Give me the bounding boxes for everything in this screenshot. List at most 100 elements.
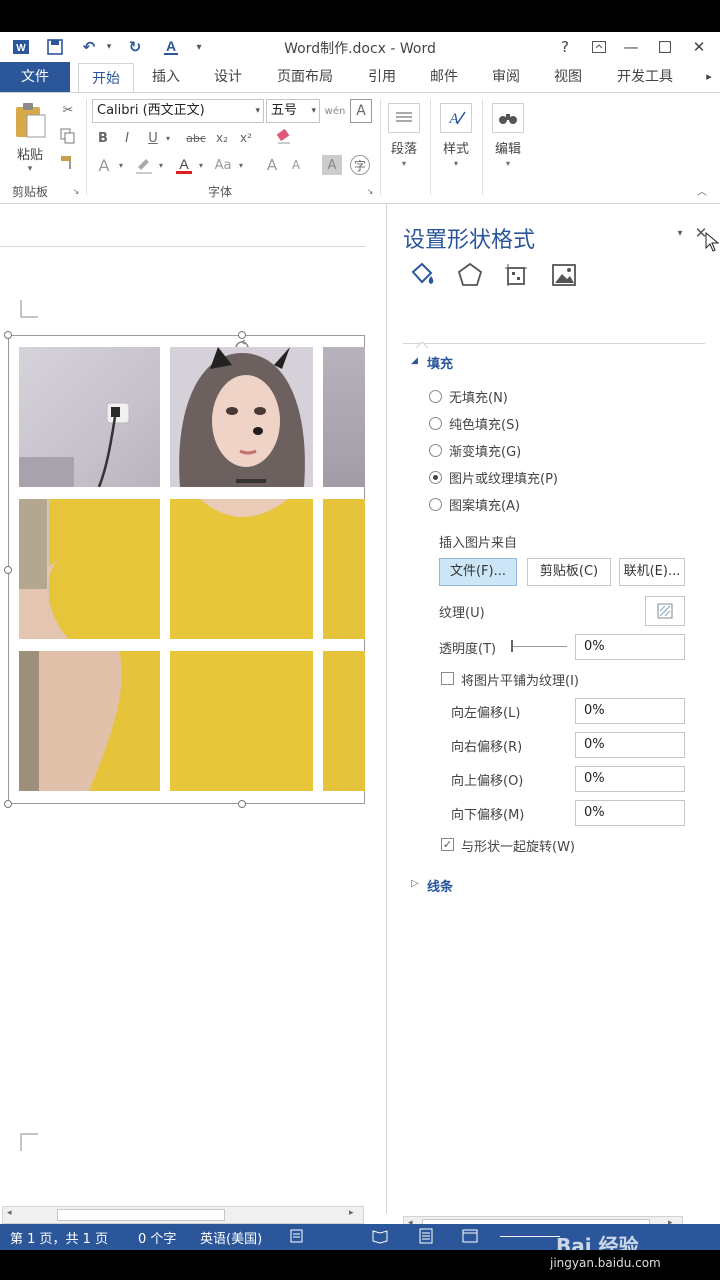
maximize-icon[interactable] — [652, 37, 678, 57]
resize-handle[interactable] — [238, 800, 246, 808]
grow-font-button[interactable]: A — [262, 153, 282, 177]
rotate-with-shape-checkbox[interactable]: ✓ — [441, 838, 454, 851]
resize-handle[interactable] — [4, 800, 12, 808]
effects-pentagon-icon[interactable] — [455, 260, 485, 290]
editing-button[interactable]: 编辑 — [488, 137, 528, 157]
layout-properties-icon[interactable] — [501, 260, 531, 290]
print-layout-icon[interactable] — [418, 1228, 434, 1248]
tab-mailings[interactable]: 邮件 — [418, 62, 470, 92]
grid-tile[interactable] — [323, 347, 365, 487]
resize-handle[interactable] — [238, 331, 246, 339]
offset-up-input[interactable]: 0% — [575, 766, 685, 792]
close-window-button[interactable]: ✕ — [686, 37, 712, 57]
tab-review[interactable]: 审阅 — [480, 62, 532, 92]
grid-tile[interactable] — [170, 499, 313, 639]
font-name-dropdown-icon[interactable]: ▾ — [255, 100, 260, 122]
text-effects-dropdown-icon[interactable]: ▾ — [116, 153, 126, 177]
phonetic-guide-icon[interactable]: wén — [324, 99, 346, 123]
superscript-button[interactable]: x² — [236, 127, 256, 149]
language-status[interactable]: 英语(美国) — [200, 1228, 262, 1247]
radio-circle[interactable] — [429, 416, 442, 430]
paragraph-button[interactable]: 段落 — [384, 137, 424, 157]
transparency-slider-thumb[interactable] — [511, 640, 513, 652]
page-count-status[interactable]: 第 1 页，共 1 页 — [10, 1228, 108, 1247]
font-color-dropdown-icon[interactable]: ▾ — [196, 153, 206, 177]
font-launcher-icon[interactable]: ↘ — [364, 185, 376, 197]
highlight-dropdown-icon[interactable]: ▾ — [156, 153, 166, 177]
radio-circle[interactable] — [429, 443, 442, 457]
font-size-combo[interactable]: 五号 ▾ — [266, 99, 320, 123]
underline-dropdown-icon[interactable]: ▾ — [162, 127, 174, 149]
radio-gradient-fill[interactable]: 渐变填充(G) — [429, 440, 521, 460]
tab-view[interactable]: 视图 — [542, 62, 594, 92]
line-section-expand-icon[interactable]: ▷ — [411, 878, 419, 889]
help-button[interactable]: ? — [552, 37, 578, 57]
bold-button[interactable]: B — [94, 127, 112, 149]
underline-button[interactable]: U — [144, 127, 162, 149]
shrink-font-button[interactable]: A — [286, 153, 306, 177]
collapse-ribbon-icon[interactable]: ︿ — [694, 183, 710, 198]
italic-button[interactable]: I — [118, 127, 136, 149]
fill-section-header[interactable]: 填充 — [427, 353, 453, 372]
scroll-right-icon[interactable]: ▸ — [349, 1208, 354, 1218]
font-size-dropdown-icon[interactable]: ▾ — [311, 100, 316, 122]
grid-tile[interactable] — [323, 499, 365, 639]
tab-insert[interactable]: 插入 — [140, 62, 192, 92]
resize-handle[interactable] — [4, 566, 12, 574]
tabs-scroll-right-icon[interactable]: ▸ — [700, 62, 718, 92]
strikethrough-button[interactable]: abc — [184, 127, 208, 149]
zoom-slider-track[interactable] — [500, 1236, 560, 1237]
paste-icon[interactable] — [10, 99, 50, 143]
tab-home[interactable]: 开始 — [78, 63, 134, 93]
paste-label[interactable]: 粘贴 — [12, 143, 48, 163]
picture-icon[interactable] — [549, 260, 579, 290]
styles-button[interactable]: 样式 — [436, 137, 476, 157]
cut-icon[interactable]: ✂ — [56, 99, 80, 121]
offset-right-input[interactable]: 0% — [575, 732, 685, 758]
ribbon-display-options-icon[interactable] — [586, 37, 612, 57]
clipboard-button[interactable]: 剪贴板(C) — [527, 558, 611, 586]
radio-picture-fill[interactable]: 图片或纹理填充(P) — [429, 467, 558, 487]
tile-texture-checkbox[interactable] — [441, 672, 454, 685]
transparency-slider-track[interactable] — [511, 646, 567, 647]
find-binoculars-icon[interactable] — [492, 103, 524, 133]
grid-tile[interactable] — [19, 499, 160, 639]
styles-icon[interactable]: A — [440, 103, 472, 133]
tab-design[interactable]: 设计 — [202, 62, 254, 92]
clipboard-launcher-icon[interactable]: ↘ — [70, 185, 82, 197]
grid-tile[interactable] — [170, 651, 313, 791]
tab-references[interactable]: 引用 — [356, 62, 408, 92]
radio-circle[interactable] — [429, 389, 442, 403]
paragraph-dropdown-icon[interactable]: ▾ — [398, 157, 410, 169]
offset-left-input[interactable]: 0% — [575, 698, 685, 724]
radio-no-fill[interactable]: 无填充(N) — [429, 386, 508, 406]
grid-tile[interactable] — [19, 347, 160, 487]
document-area[interactable]: ◂ ▸ — [0, 204, 385, 1224]
character-shading-icon[interactable]: A — [322, 155, 342, 175]
font-color-icon[interactable]: A — [172, 153, 196, 177]
scroll-left-icon[interactable]: ◂ — [7, 1208, 12, 1218]
change-case-dropdown-icon[interactable]: ▾ — [236, 153, 246, 177]
enclose-characters-icon[interactable]: 字 — [350, 155, 370, 175]
grid-tile[interactable] — [323, 651, 365, 791]
grid-tile[interactable] — [170, 347, 313, 487]
pane-options-dropdown-icon[interactable]: ▾ — [673, 226, 687, 240]
transparency-input[interactable]: 0% — [575, 634, 685, 660]
change-case-button[interactable]: Aa — [210, 153, 236, 177]
proofing-icon[interactable] — [290, 1228, 306, 1248]
line-section-header[interactable]: 线条 — [427, 876, 453, 895]
format-painter-icon[interactable] — [56, 151, 80, 173]
subscript-button[interactable]: x₂ — [212, 127, 232, 149]
copy-icon[interactable] — [56, 125, 80, 147]
radio-pattern-fill[interactable]: 图案填充(A) — [429, 494, 520, 514]
minimize-button[interactable]: — — [618, 37, 644, 57]
tab-layout[interactable]: 页面布局 — [266, 62, 344, 92]
resize-handle[interactable] — [4, 331, 12, 339]
grid-tile[interactable] — [19, 651, 160, 791]
web-layout-icon[interactable] — [462, 1228, 478, 1248]
offset-down-input[interactable]: 0% — [575, 800, 685, 826]
online-button[interactable]: 联机(E)... — [619, 558, 685, 586]
character-border-icon[interactable]: A — [350, 99, 372, 123]
radio-solid-fill[interactable]: 纯色填充(S) — [429, 413, 519, 433]
editing-dropdown-icon[interactable]: ▾ — [502, 157, 514, 169]
